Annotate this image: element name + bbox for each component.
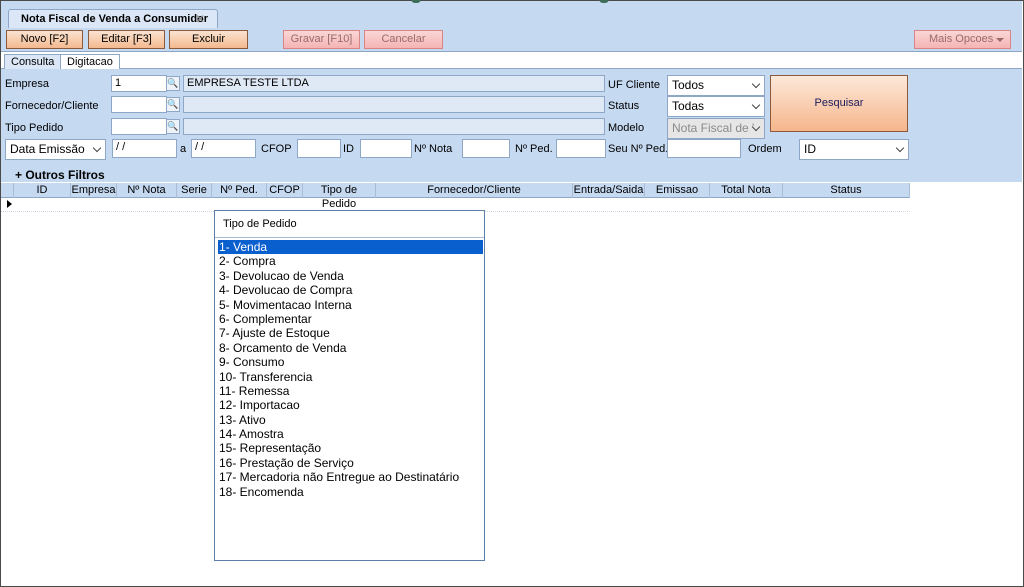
dropdown-option[interactable]: 8- Orcamento de Venda xyxy=(218,341,483,355)
decoration xyxy=(411,0,421,3)
grid-header: ID Empresa Nº Nota Serie Nº Ped. CFOP Ti… xyxy=(1,183,910,210)
id-input[interactable] xyxy=(360,139,412,158)
empresa-lookup-icon[interactable]: 🔍 xyxy=(166,76,180,91)
dropdown-option[interactable]: 1- Venda xyxy=(217,238,484,256)
dropdown-option[interactable]: 15- Representação xyxy=(218,441,483,455)
uf-cliente-label: UF Cliente xyxy=(608,79,660,91)
column-header[interactable]: Nº Ped. xyxy=(212,183,267,198)
column-header[interactable]: Status xyxy=(783,183,910,198)
id-label: ID xyxy=(343,143,354,155)
chevron-down-icon xyxy=(751,100,761,110)
ordem-value: ID xyxy=(804,142,816,156)
status-value: Todas xyxy=(672,99,705,113)
dropdown-option[interactable]: 7- Ajuste de Estoque xyxy=(218,326,483,340)
dropdown-option[interactable]: 17- Mercadoria não Entregue ao Destinatá… xyxy=(218,470,483,484)
dropdown-option[interactable]: 11- Remessa xyxy=(218,384,483,398)
fornecedor-label: Fornecedor/Cliente xyxy=(5,100,99,112)
ordem-label: Ordem xyxy=(748,143,782,155)
tipo-pedido-lookup-icon[interactable]: 🔍 xyxy=(166,119,180,134)
tab-digitacao[interactable]: Digitacao xyxy=(60,54,120,70)
tipo-pedido-dropdown[interactable]: Tipo de Pedido 1- Venda 2- Compra 3- Devol… xyxy=(214,210,485,561)
document-tab-title: Nota Fiscal de Venda a Consumidor xyxy=(21,13,209,25)
dropdown-option[interactable]: 16- Prestação de Serviço xyxy=(218,456,483,470)
cancelar-button[interactable]: Cancelar xyxy=(364,30,443,49)
dropdown-option[interactable]: 5- Movimentacao Interna xyxy=(218,298,483,312)
dropdown-option[interactable]: 14- Amostra xyxy=(218,427,483,441)
column-header[interactable]: CFOP xyxy=(267,183,303,198)
dropdown-option[interactable]: 13- Ativo xyxy=(218,413,483,427)
dropdown-arrow-icon xyxy=(996,38,1004,42)
mais-opcoes-button[interactable]: Mais Opcoes xyxy=(914,30,1011,49)
tipo-pedido-label: Tipo Pedido xyxy=(5,122,64,134)
column-header[interactable]: Emissao xyxy=(645,183,710,198)
ped-label: Nº Ped. xyxy=(515,143,553,155)
close-icon[interactable]: ✕ xyxy=(195,12,205,26)
tipo-pedido-name-field xyxy=(183,118,605,135)
column-header[interactable]: Nº Nota xyxy=(117,183,177,198)
date-from-input[interactable]: / / xyxy=(112,139,177,158)
ordem-select[interactable]: ID xyxy=(799,139,909,160)
pesquisar-button[interactable]: Pesquisar xyxy=(770,75,908,132)
cfop-input[interactable] xyxy=(297,139,341,158)
title-bar: Nota Fiscal de Venda a Consumidor ✕ xyxy=(1,0,1022,29)
dropdown-option[interactable]: 10- Transferencia xyxy=(218,370,483,384)
dropdown-option[interactable]: 12- Importacao xyxy=(218,398,483,412)
chevron-down-icon xyxy=(751,79,761,89)
mais-opcoes-label: Mais Opcoes xyxy=(929,33,994,45)
dropdown-option[interactable]: 3- Devolucao de Venda xyxy=(218,269,483,283)
column-header[interactable]: Serie xyxy=(177,183,212,198)
novo-button[interactable]: Novo [F2] xyxy=(6,30,83,49)
editar-button[interactable]: Editar [F3] xyxy=(88,30,165,49)
date-separator: a xyxy=(180,143,187,155)
column-header[interactable]: ID xyxy=(14,183,71,198)
nota-input[interactable] xyxy=(462,139,510,158)
chevron-down-icon xyxy=(895,143,905,153)
ped-input[interactable] xyxy=(556,139,606,158)
cfop-label: CFOP xyxy=(261,143,292,155)
date-type-value: Data Emissão xyxy=(10,142,85,156)
dropdown-option[interactable]: 4- Devolucao de Compra xyxy=(218,283,483,297)
modelo-select[interactable]: Nota Fiscal de ' xyxy=(667,118,765,139)
column-header[interactable]: Entrada/Saida xyxy=(573,183,645,198)
fornecedor-lookup-icon[interactable]: 🔍 xyxy=(166,97,180,112)
uf-cliente-select[interactable]: Todos xyxy=(667,75,765,96)
uf-cliente-value: Todos xyxy=(672,78,705,92)
date-type-select[interactable]: Data Emissão xyxy=(5,139,106,160)
dropdown-list[interactable]: 1- Venda 2- Compra 3- Devolucao de Venda 4-… xyxy=(217,238,484,499)
fornecedor-name-field xyxy=(183,96,605,113)
seu-ped-label: Seu Nº Ped. xyxy=(608,143,669,155)
empresa-name-field: EMPRESA TESTE LTDA xyxy=(183,75,605,92)
column-header[interactable]: Total Nota xyxy=(710,183,783,198)
document-tab[interactable]: Nota Fiscal de Venda a Consumidor ✕ xyxy=(8,9,218,29)
toolbar: Novo [F2] Editar [F3] Excluir Gravar [F1… xyxy=(1,28,1022,52)
excluir-button[interactable]: Excluir xyxy=(169,30,248,49)
dropdown-option[interactable]: 6- Complementar xyxy=(218,312,483,326)
nota-label: Nº Nota xyxy=(414,143,453,155)
empresa-label: Empresa xyxy=(5,78,50,90)
empresa-code-input[interactable]: 1 xyxy=(111,75,167,92)
status-select[interactable]: Todas xyxy=(667,96,765,117)
seu-ped-input[interactable] xyxy=(667,139,741,158)
fornecedor-code-input[interactable] xyxy=(111,96,167,113)
chevron-down-icon xyxy=(92,143,102,153)
date-to-input[interactable]: / / xyxy=(191,139,256,158)
tipo-pedido-code-input[interactable] xyxy=(111,118,167,135)
column-header[interactable]: Empresa xyxy=(71,183,117,198)
dropdown-option[interactable]: 18- Encomenda xyxy=(218,485,483,499)
dropdown-option[interactable]: 2- Compra xyxy=(218,254,483,268)
modelo-value: Nota Fiscal de ' xyxy=(672,121,755,135)
modelo-label: Modelo xyxy=(608,122,645,134)
decoration xyxy=(599,0,609,3)
status-label: Status xyxy=(608,100,640,112)
dropdown-title: Tipo de Pedido xyxy=(215,211,484,238)
outros-filtros-toggle[interactable]: + Outros Filtros xyxy=(15,168,105,182)
column-header[interactable]: Fornecedor/Cliente xyxy=(376,183,573,198)
dropdown-option[interactable]: 9- Consumo xyxy=(218,355,483,369)
view-tabs: Consulta Digitacao xyxy=(1,53,1022,70)
grid-corner xyxy=(1,183,14,198)
tab-consulta[interactable]: Consulta xyxy=(4,54,62,70)
row-indicator-icon xyxy=(7,200,12,208)
gravar-button[interactable]: Gravar [F10] xyxy=(283,30,360,49)
column-header[interactable]: Tipo de Pedido xyxy=(303,183,376,210)
